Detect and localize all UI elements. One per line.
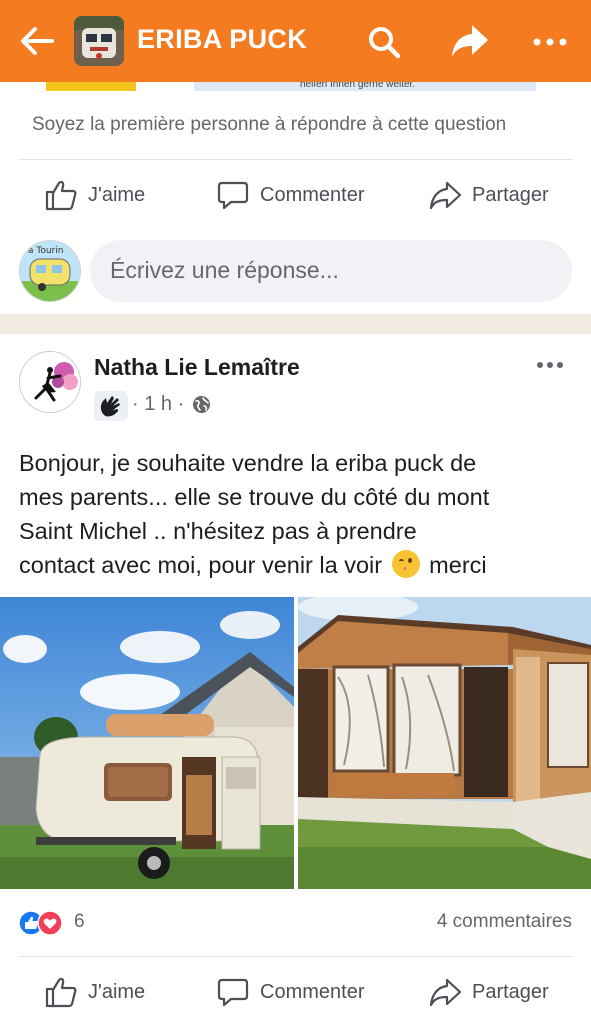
section-separator — [0, 314, 591, 334]
like-label: J'aime — [88, 183, 146, 206]
post-text-line: contact avec moi, pour venir la voir — [19, 552, 383, 578]
caravan-awning-photo[interactable] — [298, 597, 591, 889]
share-button[interactable]: Partager — [428, 967, 549, 1017]
post-text-line: Bonjour, je souhaite vendre la eriba puc… — [19, 450, 477, 476]
share-label: Partager — [472, 183, 549, 206]
share-arrow-outline-icon — [429, 181, 462, 210]
group-title[interactable]: ERIBA PUCK — [137, 24, 307, 55]
search-icon[interactable] — [366, 24, 402, 60]
like-button[interactable]: J'aime — [44, 967, 145, 1017]
comment-bubble-icon — [217, 181, 249, 210]
reaction-count[interactable]: 6 — [74, 911, 85, 933]
share-label: Partager — [472, 980, 549, 1003]
thumbs-up-icon — [45, 180, 77, 211]
like-label: J'aime — [88, 980, 146, 1003]
user-avatar[interactable]: a Tourin — [19, 240, 81, 302]
divider — [18, 159, 573, 160]
post-text-end: merci — [429, 552, 487, 578]
post-author-name[interactable]: Natha Lie Lemaître — [94, 354, 300, 381]
post-timestamp[interactable]: · 1 h · — [132, 393, 184, 416]
post-text-line: mes parents... elle se trouve du côté du… — [19, 484, 490, 510]
divider — [18, 956, 573, 957]
waving-hand-icon — [100, 396, 120, 417]
more-dots-icon[interactable] — [530, 24, 570, 60]
top-app-bar: ERIBA PUCK — [0, 0, 591, 82]
reply-input[interactable]: Écrivez une réponse... — [90, 240, 572, 302]
post-body: Bonjour, je souhaite vendre la eriba puc… — [19, 446, 579, 582]
thumbs-up-icon — [45, 977, 77, 1008]
previous-image-caption: helfen Ihnen gerne weiter. — [300, 82, 416, 90]
author-avatar[interactable] — [19, 351, 81, 413]
comment-label: Commenter — [260, 980, 365, 1003]
member-badge — [94, 391, 128, 421]
share-button[interactable]: Partager — [428, 170, 549, 220]
question-action-bar: J'aime Commenter Partager — [0, 170, 591, 220]
previous-image-yellow-area — [46, 82, 136, 91]
like-button[interactable]: J'aime — [44, 170, 145, 220]
caravan-exterior-photo[interactable] — [0, 597, 294, 889]
globe-icon — [193, 396, 210, 413]
post-text-line: Saint Michel .. n'hésitez pas à prendre — [19, 518, 417, 544]
previous-image-edge: helfen Ihnen gerne weiter. — [0, 82, 591, 92]
group-avatar[interactable] — [74, 16, 124, 66]
comment-bubble-icon — [217, 978, 249, 1007]
post-action-bar: J'aime Commenter Partager — [0, 967, 591, 1017]
post-more-icon[interactable] — [534, 354, 568, 376]
comment-button[interactable]: Commenter — [216, 170, 364, 220]
reply-placeholder: Écrivez une réponse... — [110, 257, 339, 283]
arrow-left-icon[interactable] — [18, 22, 56, 60]
avatar-label: a Tourin — [28, 246, 63, 256]
comment-label: Commenter — [260, 183, 365, 206]
winking-face-emoji — [391, 550, 420, 578]
comments-count[interactable]: 4 commentaires — [437, 911, 572, 933]
post-text-last-line: contact avec moi, pour venir la voir mer… — [19, 548, 579, 582]
first-reply-prompt: Soyez la première personne à répondre à … — [32, 114, 507, 135]
comment-button[interactable]: Commenter — [216, 967, 364, 1017]
share-arrow-outline-icon — [429, 978, 462, 1007]
share-arrow-icon[interactable] — [450, 22, 490, 60]
